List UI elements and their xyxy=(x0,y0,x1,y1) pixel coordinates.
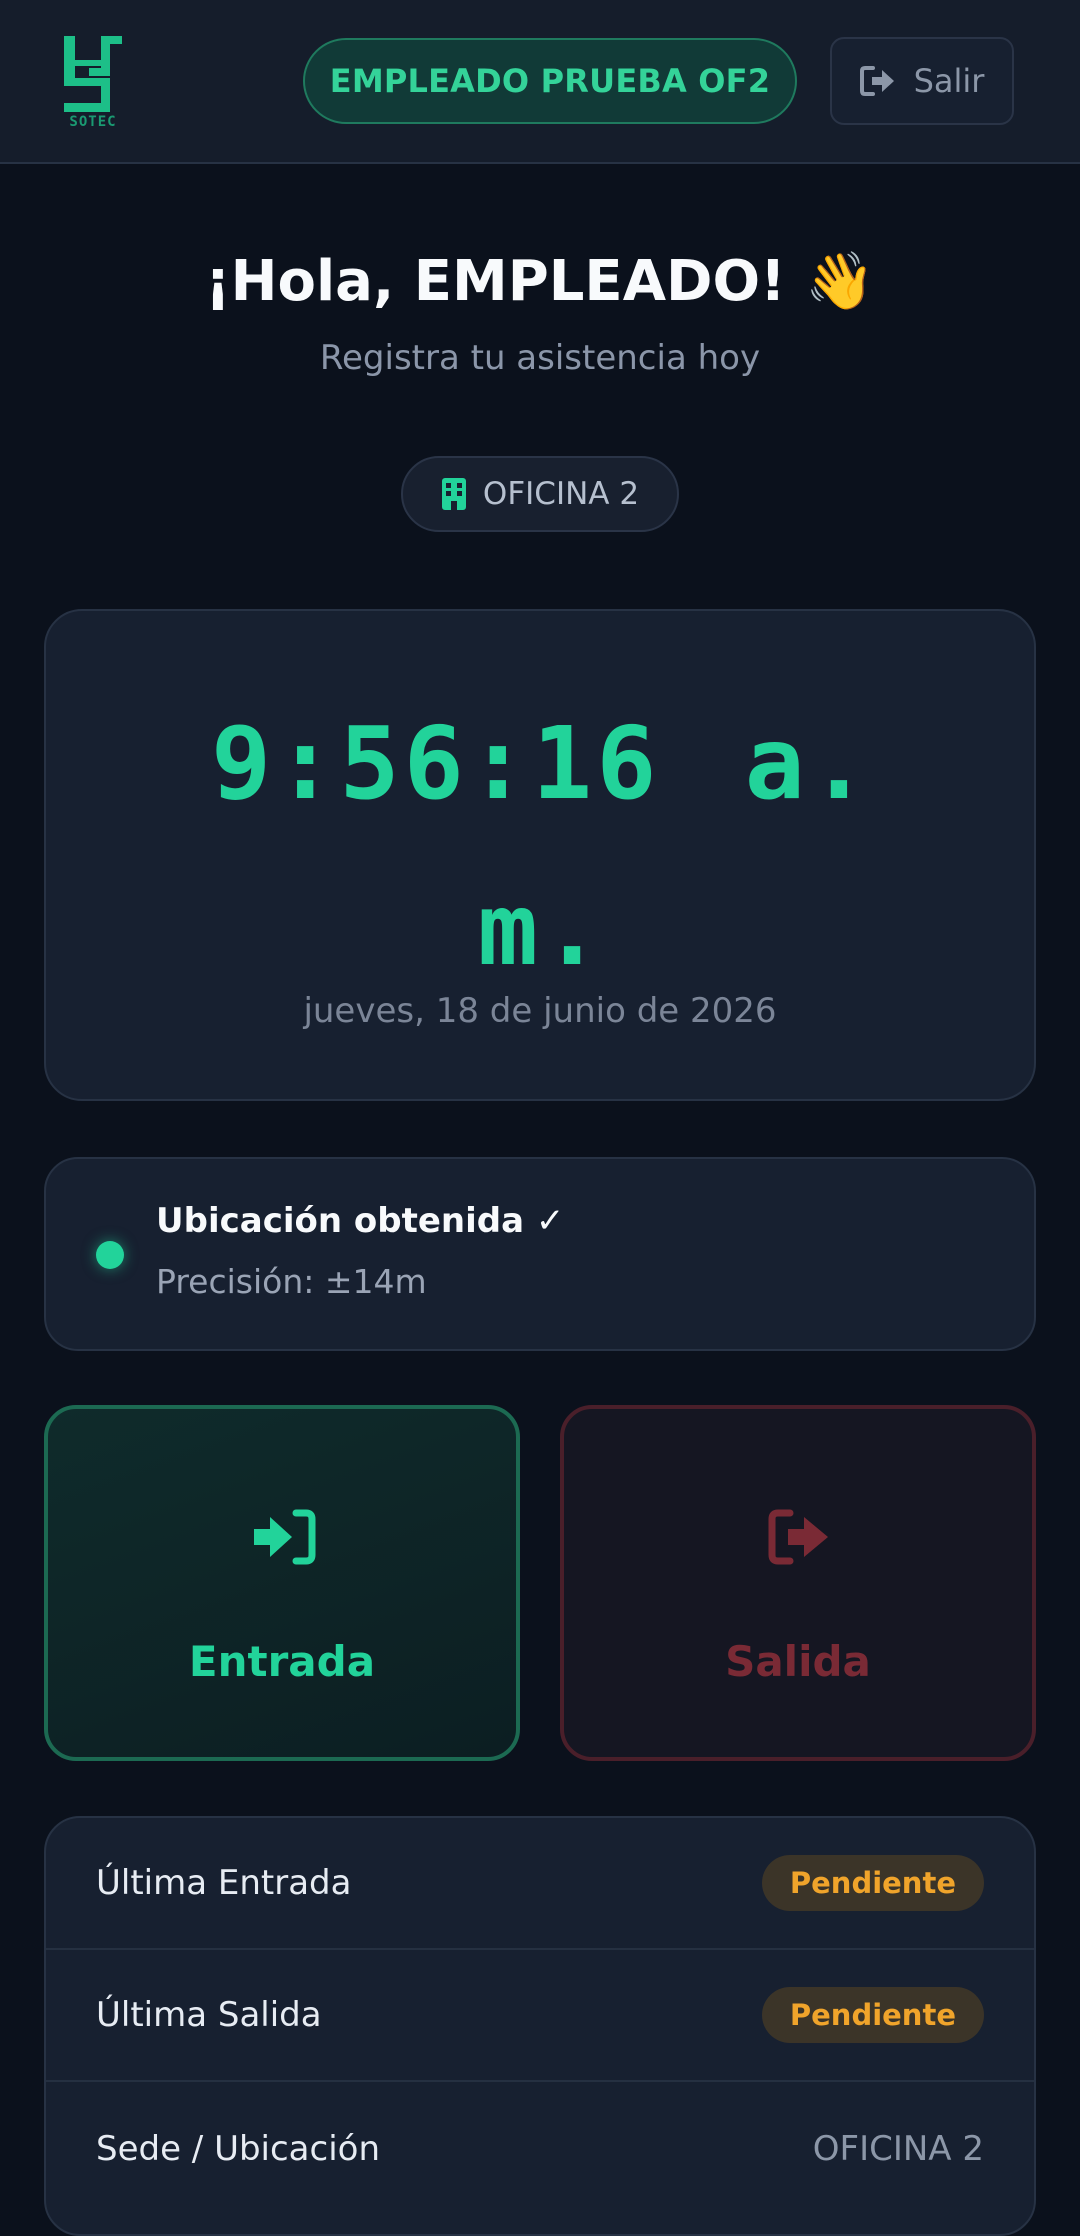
last-entry-status-badge: Pendiente xyxy=(761,1855,984,1911)
last-exit-row: Última Salida Pendiente xyxy=(46,1950,1034,2082)
last-entry-label: Última Entrada xyxy=(96,1863,352,1903)
sign-out-icon xyxy=(859,66,894,96)
greeting-subtitle: Registra tu asistencia hoy xyxy=(319,338,761,378)
last-exit-status-badge: Pendiente xyxy=(761,1987,984,2043)
location-status-card: Ubicación obtenida ✓ Precisión: ±14m xyxy=(44,1157,1036,1351)
last-exit-label: Última Salida xyxy=(96,1995,322,2035)
clock-date: jueves, 18 de junio de 2026 xyxy=(303,991,777,1031)
logout-button[interactable]: Salir xyxy=(830,37,1014,125)
location-label: Sede / Ubicación xyxy=(96,2129,381,2169)
sign-in-icon xyxy=(254,1509,316,1565)
location-value: OFICINA 2 xyxy=(812,2129,984,2169)
sign-out-icon xyxy=(768,1509,828,1565)
logout-label: Salir xyxy=(913,62,985,100)
top-header: SOTEC EMPLEADO PRUEBA OF2 Salir xyxy=(0,0,1080,164)
location-row: Sede / Ubicación OFICINA 2 xyxy=(46,2083,1034,2215)
entry-label: Entrada xyxy=(188,1637,376,1686)
clock-time: 9:56:16 a. m. xyxy=(210,705,874,988)
building-icon xyxy=(441,478,466,510)
entry-button[interactable]: Entrada xyxy=(44,1405,520,1761)
greeting-title: ¡Hola, EMPLEADO! 👋 xyxy=(205,249,875,314)
last-entry-row: Última Entrada Pendiente xyxy=(46,1818,1034,1950)
attendance-summary-card: Última Entrada Pendiente Última Salida P… xyxy=(44,1816,1036,2236)
office-label: OFICINA 2 xyxy=(482,476,640,512)
location-status-dot xyxy=(96,1241,124,1269)
location-status-text: Ubicación obtenida ✓ xyxy=(156,1201,565,1241)
office-chip: OFICINA 2 xyxy=(401,456,679,532)
location-accuracy: Precisión: ±14m xyxy=(156,1262,427,1301)
exit-label: Salida xyxy=(725,1637,871,1686)
sotec-logo: SOTEC xyxy=(64,36,122,128)
clock-card: 9:56:16 a. m. jueves, 18 de junio de 202… xyxy=(44,609,1036,1101)
exit-button[interactable]: Salida xyxy=(560,1405,1036,1761)
svg-text:SOTEC: SOTEC xyxy=(69,114,116,128)
user-name-badge: EMPLEADO PRUEBA OF2 xyxy=(303,38,797,124)
